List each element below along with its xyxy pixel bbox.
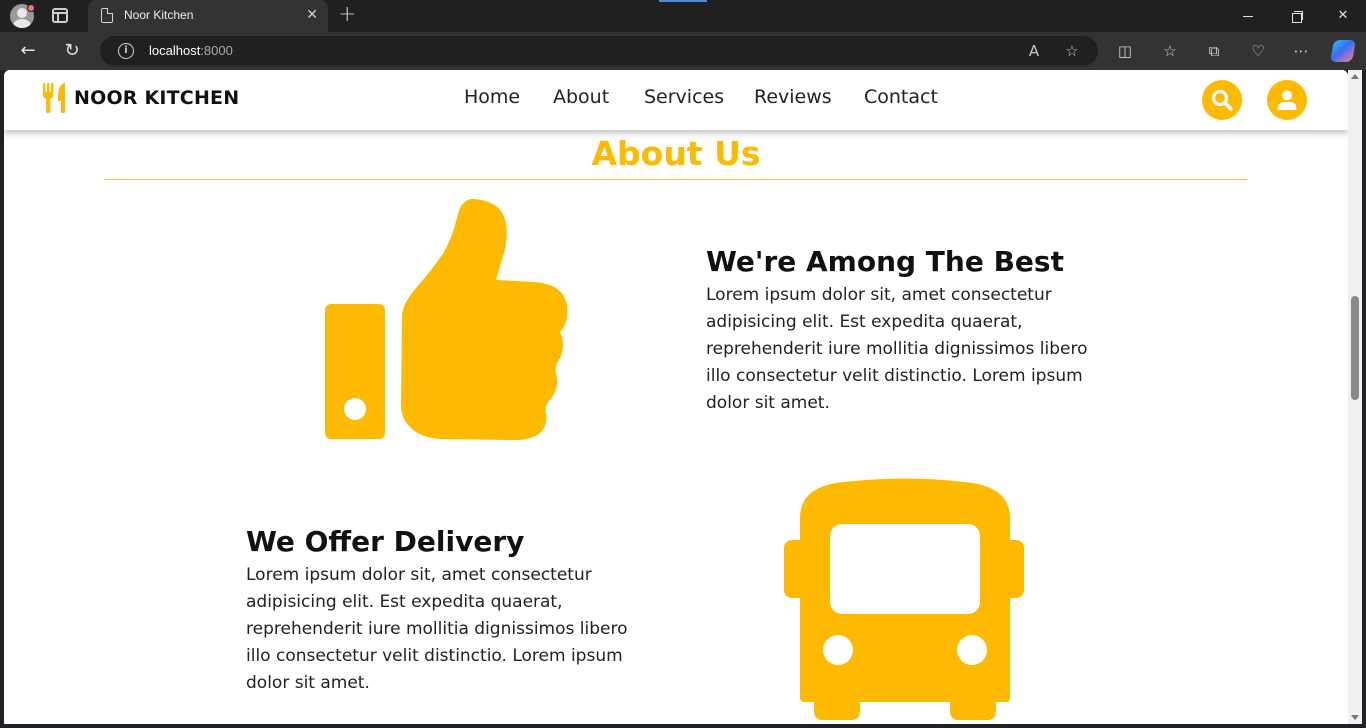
page-icon [101, 8, 113, 23]
user-icon [1277, 90, 1297, 110]
drag-region-indicator [659, 0, 707, 2]
tab-title: Noor Kitchen [124, 8, 194, 22]
page-viewport: NOOR KITCHEN Home About Services Reviews… [4, 70, 1348, 724]
scrollbar-thumb[interactable] [1351, 296, 1359, 400]
copilot-icon[interactable] [1330, 40, 1356, 62]
new-tab-icon[interactable]: + [338, 3, 356, 27]
favorites-icon[interactable]: ☆ [1159, 40, 1181, 62]
nav-link-reviews[interactable]: Reviews [754, 86, 832, 108]
back-icon[interactable]: ← [16, 39, 40, 63]
browser-tab[interactable]: Noor Kitchen ✕ [88, 0, 328, 32]
url-text[interactable]: localhost:8000 [149, 43, 233, 58]
feature-best: We're Among The Best Lorem ipsum dolor s… [706, 244, 1116, 417]
close-window-icon[interactable]: ✕ [1331, 4, 1355, 28]
browser-toolbar: ← ↻ i localhost:8000 A ☆ ◫ ☆ ⧉ ♡ ⋯ [0, 32, 1366, 70]
site-logo[interactable]: NOOR KITCHEN [42, 82, 239, 114]
collections-icon[interactable]: ⧉ [1203, 40, 1225, 62]
address-bar[interactable]: i localhost:8000 A ☆ [100, 36, 1098, 66]
utensils-icon [43, 83, 65, 113]
title-divider [104, 179, 1247, 180]
nav-link-about[interactable]: About [553, 86, 609, 108]
reload-icon[interactable]: ↻ [60, 39, 84, 63]
feature-text: Lorem ipsum dolor sit, amet consectetur … [246, 565, 628, 693]
profile-notification-dot [27, 4, 35, 12]
nav-link-contact[interactable]: Contact [864, 86, 938, 108]
logo-text: NOOR KITCHEN [74, 87, 240, 109]
feature-text: Lorem ipsum dolor sit, amet consectetur … [706, 285, 1088, 413]
split-screen-icon[interactable]: ◫ [1114, 40, 1136, 62]
minimize-icon[interactable] [1236, 4, 1260, 28]
favorite-star-icon[interactable]: ☆ [1062, 41, 1082, 61]
read-aloud-icon[interactable]: A [1024, 41, 1044, 61]
scroll-down-arrow-icon[interactable] [1351, 715, 1359, 720]
tab-actions-icon[interactable] [52, 8, 68, 23]
user-account-button[interactable] [1267, 80, 1307, 120]
vertical-scrollbar[interactable] [1348, 70, 1362, 724]
more-options-icon[interactable]: ⋯ [1290, 40, 1312, 62]
browser-essentials-icon[interactable]: ♡ [1247, 40, 1269, 62]
thumbs-up-icon [325, 198, 568, 441]
feature-heading: We're Among The Best [706, 245, 1064, 278]
close-tab-icon[interactable]: ✕ [306, 6, 318, 24]
search-button[interactable] [1202, 80, 1242, 120]
url-port: :8000 [200, 43, 233, 58]
site-header: NOOR KITCHEN Home About Services Reviews… [4, 70, 1348, 130]
feature-delivery: We Offer Delivery Lorem ipsum dolor sit,… [246, 524, 656, 697]
url-host: localhost [149, 43, 201, 58]
search-icon [1211, 89, 1233, 111]
site-info-icon[interactable]: i [118, 43, 134, 59]
browser-tab-bar: Noor Kitchen ✕ + ✕ [0, 0, 1366, 32]
feature-heading: We Offer Delivery [246, 525, 525, 558]
bus-icon [784, 478, 1024, 720]
nav-link-services[interactable]: Services [644, 86, 724, 108]
restore-icon[interactable] [1284, 4, 1308, 28]
scroll-up-arrow-icon[interactable] [1351, 74, 1359, 79]
nav-link-home[interactable]: Home [464, 86, 520, 108]
section-title: About Us [591, 134, 761, 173]
